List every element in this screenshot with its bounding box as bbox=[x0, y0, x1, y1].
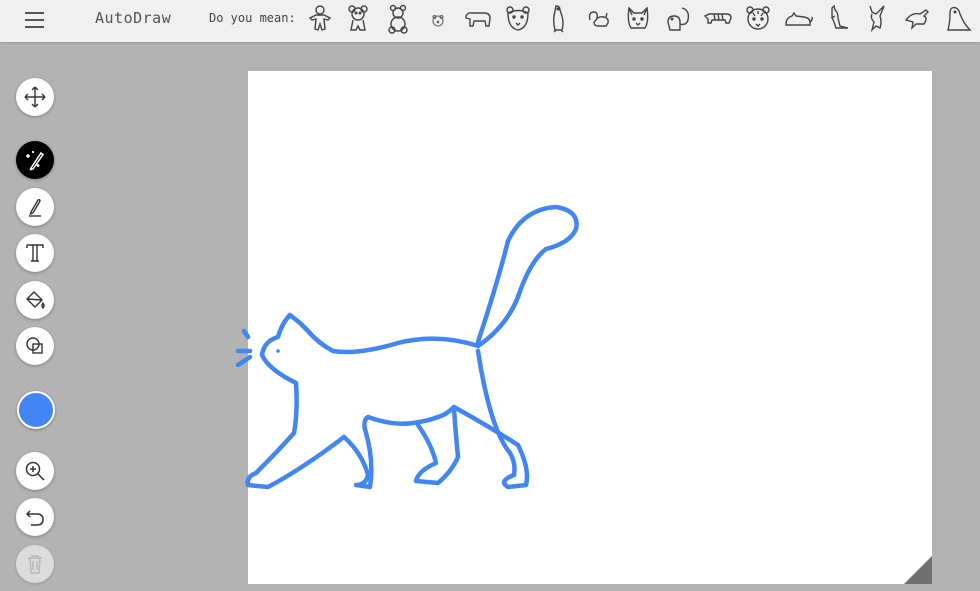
undo-icon bbox=[25, 510, 44, 526]
cat-face-icon[interactable] bbox=[622, 2, 654, 36]
draw-tool-button[interactable] bbox=[16, 188, 54, 226]
drawing-canvas[interactable] bbox=[235, 71, 932, 584]
tiger-icon[interactable] bbox=[702, 2, 734, 36]
shape-tool-button[interactable] bbox=[16, 327, 54, 365]
autodraw-tool-button[interactable] bbox=[16, 141, 54, 179]
teddy-bear-icon[interactable] bbox=[382, 2, 414, 36]
kangaroo-icon[interactable] bbox=[822, 2, 854, 36]
type-tool-button[interactable] bbox=[16, 234, 54, 272]
delete-tool-button bbox=[16, 545, 54, 583]
pencil-icon bbox=[29, 198, 41, 217]
move-arrows-icon bbox=[24, 86, 46, 108]
app-title: AutoDraw bbox=[95, 9, 172, 27]
canvas-resize-handle[interactable] bbox=[904, 556, 932, 584]
bird-icon[interactable] bbox=[902, 2, 934, 36]
suggestion-label: Do you mean: bbox=[209, 11, 296, 25]
move-tool-button[interactable] bbox=[16, 78, 54, 116]
shapes-icon bbox=[26, 337, 43, 354]
penguin-icon[interactable] bbox=[542, 2, 574, 36]
seal-icon[interactable] bbox=[942, 2, 974, 36]
bear-walking-icon[interactable] bbox=[462, 2, 494, 36]
fill-tool-button[interactable] bbox=[16, 281, 54, 319]
squirrel-icon[interactable] bbox=[582, 2, 614, 36]
zoom-tool-button[interactable] bbox=[16, 452, 54, 490]
trash-icon bbox=[28, 555, 42, 574]
color-picker-swatch[interactable] bbox=[17, 391, 55, 429]
text-t-icon bbox=[26, 244, 44, 262]
gingerbread-man-icon[interactable] bbox=[304, 2, 336, 36]
tiger-face-icon[interactable] bbox=[742, 2, 774, 36]
bear-face-icon[interactable] bbox=[502, 2, 534, 36]
paint-bucket-icon bbox=[26, 291, 45, 309]
zoom-in-icon bbox=[25, 461, 45, 481]
bear-icon[interactable] bbox=[342, 2, 374, 36]
squirrel-2-icon[interactable] bbox=[662, 2, 694, 36]
undo-tool-button[interactable] bbox=[16, 498, 54, 536]
kangaroo-2-icon[interactable] bbox=[862, 2, 894, 36]
cat-doodle-drawing bbox=[235, 204, 579, 490]
magic-pencil-icon bbox=[26, 151, 45, 171]
top-bar: AutoDraw Do you mean: bbox=[0, 0, 980, 42]
polar-bear-icon[interactable] bbox=[422, 2, 454, 36]
hamburger-menu-icon[interactable] bbox=[22, 8, 48, 34]
cat-lying-icon[interactable] bbox=[782, 2, 814, 36]
